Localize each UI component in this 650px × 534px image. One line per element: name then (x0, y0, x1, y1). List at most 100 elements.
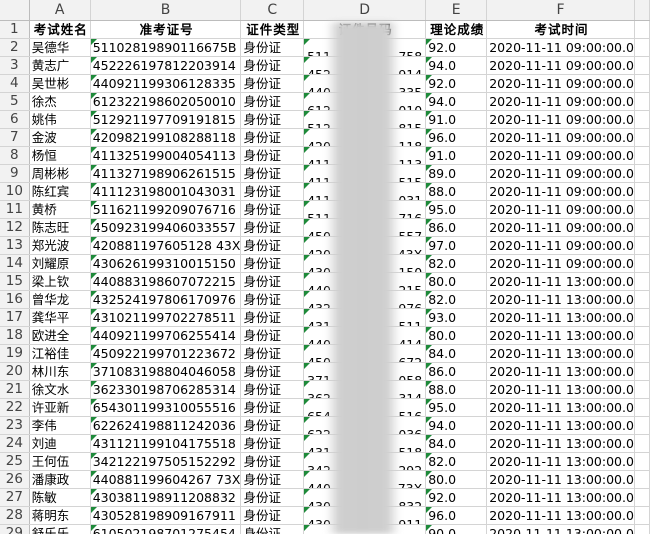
cell-score[interactable]: 97.0 (425, 236, 488, 255)
empty-cell[interactable] (634, 74, 650, 93)
cell-id-number[interactable]: 512 815 (303, 110, 427, 129)
cell-id-number[interactable]: 342 292 (303, 452, 427, 471)
cell-exam-time[interactable]: 2020-11-11 13:00:00.0 (486, 470, 635, 489)
cell-exam-name[interactable]: 黄桥 (29, 200, 91, 219)
cell-exam-name[interactable]: 李伟 (29, 416, 91, 435)
cell-exam-time[interactable]: 2020-11-11 09:00:00.0 (486, 146, 635, 165)
cell-score[interactable]: 94.0 (425, 56, 488, 75)
cell-exam-name[interactable]: 王何伍 (29, 452, 91, 471)
cell-exam-time[interactable]: 2020-11-11 09:00:00.0 (486, 164, 635, 183)
row-number[interactable]: 24 (0, 434, 30, 453)
cell-score[interactable]: 84.0 (425, 434, 488, 453)
empty-cell[interactable] (634, 200, 650, 219)
empty-cell[interactable] (634, 146, 650, 165)
row-number[interactable]: 1 (0, 20, 30, 39)
cell-ticket-number[interactable]: 430528198909167911 (90, 506, 242, 525)
column-header-c[interactable]: C (240, 0, 305, 21)
row-number[interactable]: 16 (0, 290, 30, 309)
cell-exam-time[interactable]: 2020-11-11 09:00:00.0 (486, 254, 635, 273)
row-number[interactable]: 2 (0, 38, 30, 57)
empty-cell[interactable] (634, 506, 650, 525)
column-header-a[interactable]: A (29, 0, 91, 21)
cell-id-type[interactable]: 身份证 (240, 38, 305, 57)
row-number[interactable]: 3 (0, 56, 30, 75)
cell-exam-time[interactable]: 2020-11-11 13:00:00.0 (486, 506, 635, 525)
row-number[interactable]: 9 (0, 164, 30, 183)
cell-ticket-number[interactable]: 420881197605128 43X (90, 236, 242, 255)
cell-exam-time[interactable]: 2020-11-11 09:00:00.0 (486, 182, 635, 201)
cell-ticket-number[interactable]: 371083198804046058 (90, 362, 242, 381)
cell-exam-name[interactable]: 吴世彬 (29, 74, 91, 93)
cell-exam-time[interactable]: 2020-11-11 13:00:00.0 (486, 380, 635, 399)
row-number[interactable]: 26 (0, 470, 30, 489)
cell-id-number[interactable]: 411 113 (303, 146, 427, 165)
cell-exam-name[interactable]: 林川东 (29, 362, 91, 381)
cell-exam-time[interactable]: 2020-11-11 13:00:00.0 (486, 398, 635, 417)
cell-id-number[interactable]: 612 010 (303, 92, 427, 111)
row-number[interactable]: 18 (0, 326, 30, 345)
cell-score[interactable]: 86.0 (425, 362, 488, 381)
empty-cell[interactable] (634, 182, 650, 201)
row-number[interactable]: 13 (0, 236, 30, 255)
cell-id-number[interactable]: 431 511 (303, 308, 427, 327)
cell-exam-name[interactable]: 蒋明东 (29, 506, 91, 525)
cell-exam-time[interactable]: 2020-11-11 09:00:00.0 (486, 200, 635, 219)
cell-id-type[interactable]: 身份证 (240, 326, 305, 345)
cell-exam-time[interactable]: 2020-11-11 09:00:00.0 (486, 38, 635, 57)
header-cell-name[interactable]: 考试姓名 (29, 20, 91, 39)
row-number[interactable]: 14 (0, 254, 30, 273)
cell-exam-name[interactable]: 江裕佳 (29, 344, 91, 363)
cell-id-type[interactable]: 身份证 (240, 74, 305, 93)
cell-exam-time[interactable]: 2020-11-11 13:00:00.0 (486, 344, 635, 363)
cell-ticket-number[interactable]: 430626199310015150 (90, 254, 242, 273)
cell-exam-name[interactable]: 潘康政 (29, 470, 91, 489)
cell-exam-time[interactable]: 2020-11-11 09:00:00.0 (486, 128, 635, 147)
cell-ticket-number[interactable]: 440921199306128335 (90, 74, 242, 93)
cell-exam-name[interactable]: 周彬彬 (29, 164, 91, 183)
empty-cell[interactable] (634, 308, 650, 327)
cell-id-number[interactable]: 622 036 (303, 416, 427, 435)
cell-id-type[interactable]: 身份证 (240, 416, 305, 435)
select-all-corner[interactable] (0, 0, 30, 21)
cell-score[interactable]: 88.0 (425, 182, 488, 201)
cell-ticket-number[interactable]: 342122197505152292 (90, 452, 242, 471)
cell-score[interactable]: 82.0 (425, 290, 488, 309)
row-number[interactable]: 21 (0, 380, 30, 399)
cell-id-type[interactable]: 身份证 (240, 146, 305, 165)
row-number[interactable]: 4 (0, 74, 30, 93)
cell-ticket-number[interactable]: 420982199108288118 (90, 128, 242, 147)
cell-id-type[interactable]: 身份证 (240, 164, 305, 183)
cell-score[interactable]: 90.0 (425, 524, 488, 534)
row-number[interactable]: 17 (0, 308, 30, 327)
cell-score[interactable]: 95.0 (425, 398, 488, 417)
cell-score[interactable]: 84.0 (425, 344, 488, 363)
cell-score[interactable]: 80.0 (425, 326, 488, 345)
cell-exam-name[interactable]: 徐文水 (29, 380, 91, 399)
row-number[interactable]: 23 (0, 416, 30, 435)
cell-id-type[interactable]: 身份证 (240, 290, 305, 309)
cell-exam-time[interactable]: 2020-11-11 13:00:00.0 (486, 362, 635, 381)
cell-exam-time[interactable]: 2020-11-11 13:00:00.0 (486, 290, 635, 309)
cell-ticket-number[interactable]: 51102819890116675B (90, 38, 242, 57)
cell-id-type[interactable]: 身份证 (240, 308, 305, 327)
column-header-empty[interactable] (634, 0, 650, 21)
cell-score[interactable]: 80.0 (425, 470, 488, 489)
empty-cell[interactable] (634, 20, 650, 39)
cell-id-type[interactable]: 身份证 (240, 254, 305, 273)
cell-id-type[interactable]: 身份证 (240, 272, 305, 291)
cell-score[interactable]: 86.0 (425, 218, 488, 237)
empty-cell[interactable] (634, 254, 650, 273)
empty-cell[interactable] (634, 56, 650, 75)
cell-id-number[interactable]: 430 911 (303, 506, 427, 525)
cell-exam-time[interactable]: 2020-11-11 13:00:00.0 (486, 326, 635, 345)
row-number[interactable]: 29 (0, 524, 30, 534)
cell-ticket-number[interactable]: 654301199310055516 (90, 398, 242, 417)
cell-id-number[interactable]: 411 515 (303, 164, 427, 183)
cell-exam-time[interactable]: 2020-11-11 09:00:00.0 (486, 236, 635, 255)
empty-cell[interactable] (634, 488, 650, 507)
row-number[interactable]: 22 (0, 398, 30, 417)
cell-id-type[interactable]: 身份证 (240, 362, 305, 381)
row-number[interactable]: 15 (0, 272, 30, 291)
cell-exam-name[interactable]: 许亚新 (29, 398, 91, 417)
cell-exam-name[interactable]: 吴德华 (29, 38, 91, 57)
